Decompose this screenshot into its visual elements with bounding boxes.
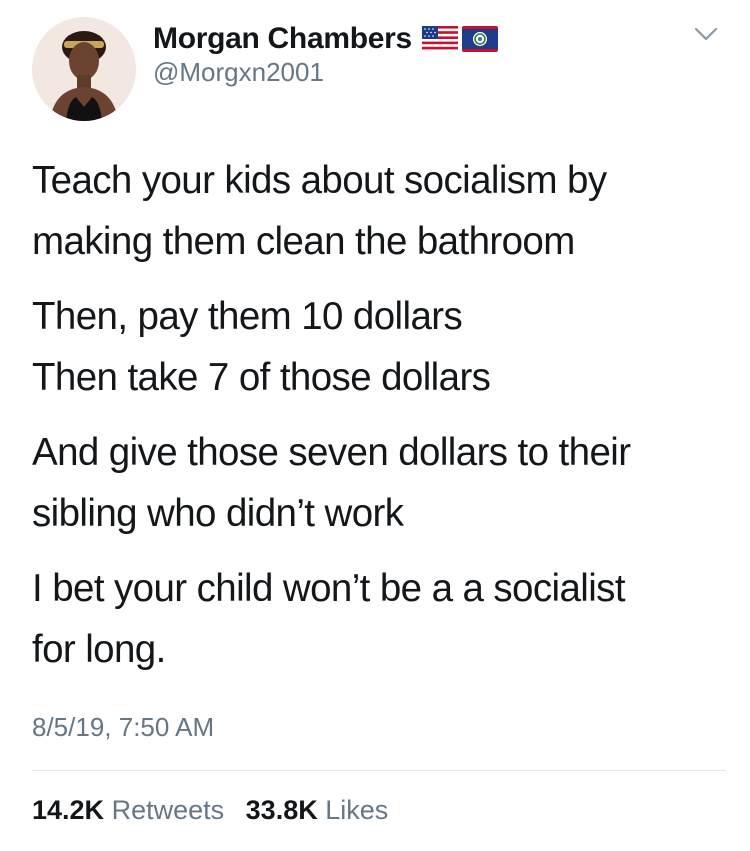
avatar[interactable] <box>32 17 136 121</box>
tweet-line: sibling who didn’t work <box>32 492 404 535</box>
display-name[interactable]: Morgan Chambers <box>153 22 412 56</box>
tweet-text: Teach your kids about socialism by makin… <box>32 150 732 694</box>
tweet-line: I bet your child won’t be a a socialist <box>32 567 626 610</box>
tweet-stats: 14.2K Retweets 33.8K Likes <box>32 795 402 826</box>
likes-count: 33.8K <box>245 795 318 825</box>
tweet-paragraph: And give those seven dollars to their si… <box>32 422 732 544</box>
likes-stat[interactable]: 33.8K Likes <box>246 795 389 826</box>
tweet-line: Then take 7 of those dollars <box>32 356 491 399</box>
tweet-line: making them clean the bathroom <box>32 220 575 263</box>
likes-label: Likes <box>325 795 389 825</box>
tweet-line: Teach your kids about socialism by <box>32 159 607 202</box>
author-name-row: Morgan Chambers <box>153 22 498 56</box>
author-handle[interactable]: @Morgxn2001 <box>153 57 324 88</box>
belize-flag-icon <box>461 26 498 52</box>
divider <box>32 770 726 771</box>
tweet-paragraph: Then, pay them 10 dollars Then take 7 of… <box>32 286 732 408</box>
retweets-label: Retweets <box>111 795 225 825</box>
tweet-line: And give those seven dollars to their <box>32 431 631 474</box>
retweets-stat[interactable]: 14.2K Retweets <box>32 795 224 826</box>
us-flag-icon <box>421 26 458 52</box>
tweet-line: Then, pay them 10 dollars <box>32 295 463 338</box>
tweet-timestamp[interactable]: 8/5/19, 7:50 AM <box>32 712 214 743</box>
tweet-paragraph: I bet your child won’t be a a socialist … <box>32 558 732 680</box>
tweet-line: for long. <box>32 628 166 671</box>
tweet-paragraph: Teach your kids about socialism by makin… <box>32 150 732 272</box>
chevron-down-icon[interactable] <box>692 24 720 44</box>
retweets-count: 14.2K <box>32 795 105 825</box>
